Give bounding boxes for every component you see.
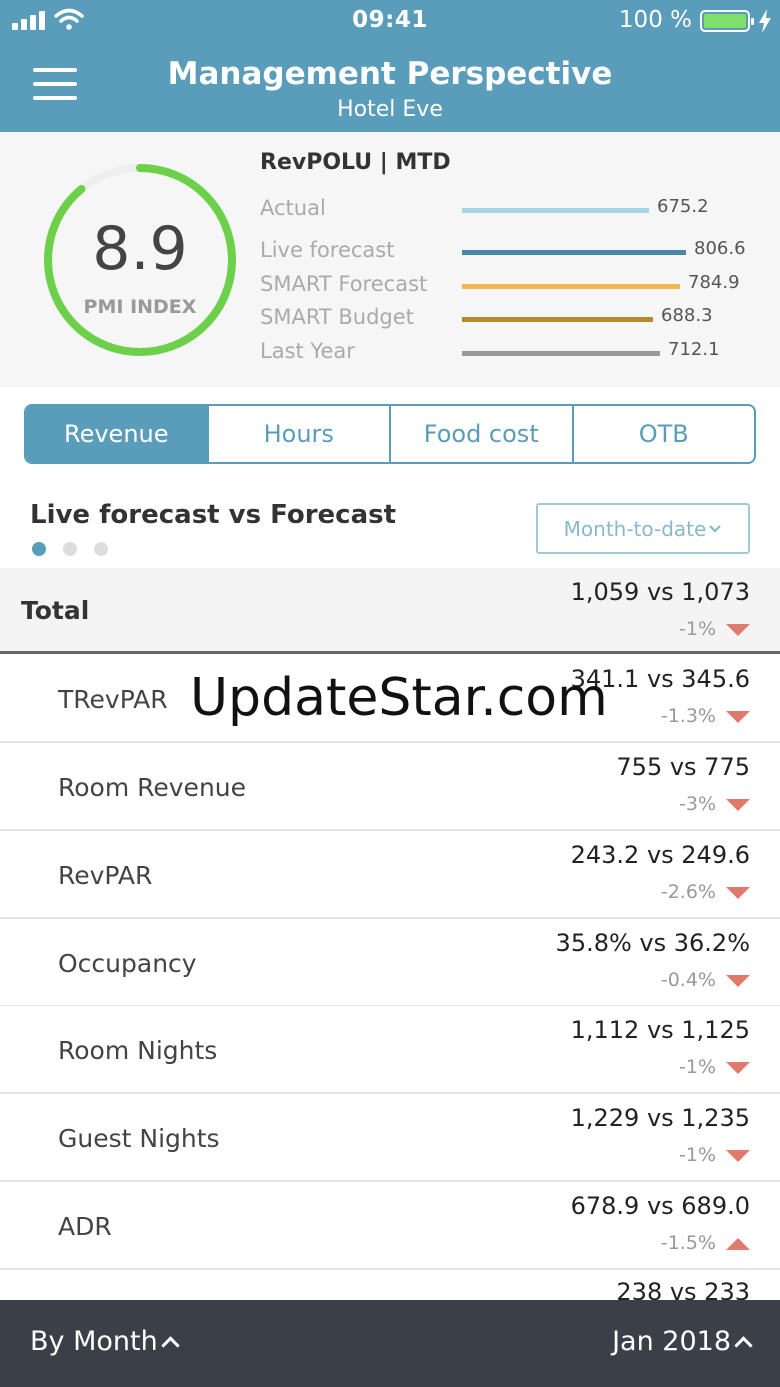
row-value: 1,229 vs 1,235 xyxy=(570,1104,750,1132)
metric-label: SMART Forecast xyxy=(260,272,428,296)
row-value: 35.8% vs 36.2% xyxy=(555,929,750,957)
metric-value: 688.3 xyxy=(661,305,713,326)
row-label: TRevPAR xyxy=(58,685,168,714)
page-dot-2[interactable] xyxy=(63,542,77,556)
battery-icon xyxy=(700,10,754,32)
row-value: 678.9 vs 689.0 xyxy=(570,1192,750,1220)
table-row[interactable]: Room Nights 1,112 vs 1,125 -1% xyxy=(0,1006,780,1094)
trend-down-icon xyxy=(726,1150,750,1162)
group-by-label: By Month xyxy=(30,1326,158,1357)
metric-label: Live forecast xyxy=(260,238,395,262)
total-row[interactable]: Total 1,059 vs 1,073 -1% xyxy=(0,568,780,654)
table-row[interactable]: ADR 678.9 vs 689.0 -1.5% xyxy=(0,1182,780,1270)
page-indicator[interactable] xyxy=(32,541,125,556)
row-label: RevPAR xyxy=(58,861,153,890)
row-label: Room Revenue xyxy=(58,773,247,802)
metric-row-actual: Actual 675.2 xyxy=(260,196,760,226)
tab-hours[interactable]: Hours xyxy=(209,406,391,462)
metric-bar xyxy=(462,317,653,322)
tab-revenue[interactable]: Revenue xyxy=(26,406,209,462)
metric-row-smart-forecast: SMART Forecast 784.9 xyxy=(260,272,760,302)
trend-down-icon xyxy=(726,887,750,899)
metric-value: 675.2 xyxy=(657,196,709,217)
metric-row-last-year: Last Year 712.1 xyxy=(260,339,760,369)
row-delta: -3% xyxy=(679,793,716,815)
tab-otb[interactable]: OTB xyxy=(574,406,755,462)
trend-down-icon xyxy=(726,1062,750,1074)
metric-title: RevPOLU | MTD xyxy=(260,150,451,175)
trend-down-icon xyxy=(726,624,750,636)
row-label: Room Nights xyxy=(58,1036,218,1065)
metric-row-smart-budget: SMART Budget 688.3 xyxy=(260,305,760,335)
row-value: 243.2 vs 249.6 xyxy=(570,841,750,869)
top-bar: 09:41 100 % Management Perspective Hotel… xyxy=(0,0,780,132)
battery-percent: 100 % xyxy=(618,7,692,33)
pmi-value: 8.9 xyxy=(92,214,188,284)
trend-down-icon xyxy=(726,711,750,723)
row-delta: -2.6% xyxy=(660,881,716,903)
chevron-up-icon xyxy=(161,1336,180,1355)
metric-value: 784.9 xyxy=(688,272,740,293)
summary-panel: 8.9 PMI INDEX RevPOLU | MTD Actual 675.2… xyxy=(0,132,780,387)
page-dot-1[interactable] xyxy=(32,542,46,556)
chevron-down-icon xyxy=(709,524,722,533)
row-label: Guest Nights xyxy=(58,1124,220,1153)
bottom-bar: By Month Jan 2018 xyxy=(0,1300,780,1387)
metric-label: Actual xyxy=(260,196,326,220)
tab-food-cost[interactable]: Food cost xyxy=(391,406,574,462)
category-tabs: Revenue Hours Food cost OTB xyxy=(24,404,756,464)
row-delta: -1.3% xyxy=(660,705,716,727)
row-label: ADR xyxy=(58,1212,112,1241)
metric-bar xyxy=(462,284,680,289)
watermark-text: UpdateStar.com xyxy=(190,668,608,728)
hotel-name: Hotel Eve xyxy=(337,97,443,122)
table-row[interactable]: Room Revenue 755 vs 775 -3% xyxy=(0,743,780,831)
group-by-selector[interactable]: By Month xyxy=(30,1326,180,1357)
date-label: Jan 2018 xyxy=(612,1326,731,1357)
metric-bar xyxy=(462,208,649,213)
row-label: Total xyxy=(21,596,90,625)
trend-down-icon xyxy=(726,975,750,987)
row-value: 1,059 vs 1,073 xyxy=(570,578,750,606)
row-delta: -1.5% xyxy=(660,1232,716,1254)
row-delta: -0.4% xyxy=(660,969,716,991)
section-title: Live forecast vs Forecast xyxy=(30,500,397,530)
row-delta: -1% xyxy=(679,1056,716,1078)
metric-label: Last Year xyxy=(260,339,355,363)
row-label: Occupancy xyxy=(58,949,197,978)
page-title: Management Perspective xyxy=(167,56,613,92)
metric-bar xyxy=(462,351,660,356)
row-value: 1,112 vs 1,125 xyxy=(570,1016,750,1044)
charging-bolt-icon xyxy=(759,9,771,33)
date-selector[interactable]: Jan 2018 xyxy=(612,1326,753,1357)
metric-value: 806.6 xyxy=(694,238,746,259)
metric-value: 712.1 xyxy=(668,339,720,360)
period-dropdown[interactable]: Month-to-date xyxy=(536,503,750,554)
metric-label: SMART Budget xyxy=(260,305,414,329)
status-bar: 09:41 100 % xyxy=(0,0,780,42)
table-row[interactable]: RevPAR 243.2 vs 249.6 -2.6% xyxy=(0,831,780,919)
pmi-label: PMI INDEX xyxy=(83,296,197,318)
trend-down-icon xyxy=(726,799,750,811)
trend-up-icon xyxy=(726,1238,750,1250)
chevron-up-icon xyxy=(734,1336,753,1355)
metric-row-live-forecast: Live forecast 806.6 xyxy=(260,238,760,268)
row-delta: -1% xyxy=(679,618,716,640)
period-dropdown-label: Month-to-date xyxy=(563,516,707,541)
row-delta: -1% xyxy=(679,1144,716,1166)
row-value: 755 vs 775 xyxy=(616,753,750,781)
table-row[interactable]: Guest Nights 1,229 vs 1,235 -1% xyxy=(0,1094,780,1182)
metric-bar xyxy=(462,250,686,255)
page-dot-3[interactable] xyxy=(94,542,108,556)
table-row[interactable]: Occupancy 35.8% vs 36.2% -0.4% xyxy=(0,919,780,1007)
